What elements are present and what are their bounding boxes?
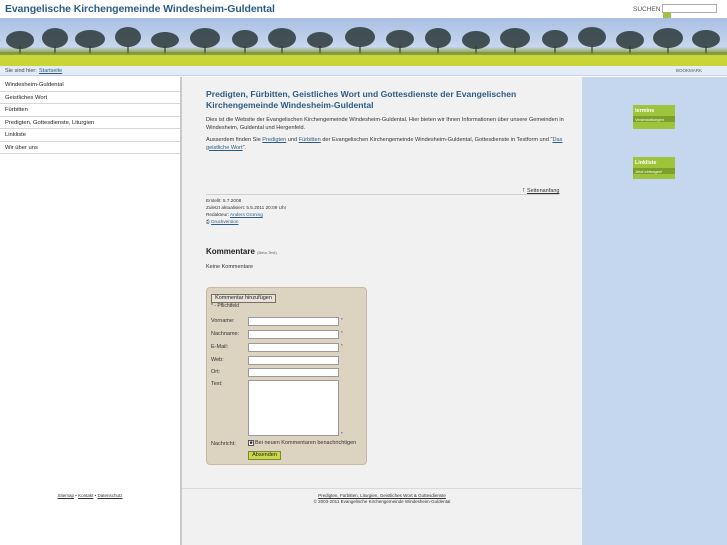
required-mark: * [341,431,343,436]
notify-label: Nachricht: [211,441,236,447]
teaser-subtitle[interactable]: Jetzt eintragen! [633,168,675,174]
back-to-top-link[interactable]: ↑ Seitenanfang [522,187,559,194]
datenschutz-link[interactable]: Datenschutz [97,493,122,498]
nav-item-wir-ueber-uns[interactable]: Wir über uns [0,142,180,154]
notify-checkbox-label[interactable]: Bei neuen Kommentaren benachrichtigen [255,440,356,446]
email-field[interactable] [248,343,339,352]
web-field[interactable] [248,356,339,365]
divider [206,194,559,195]
fuerbitten-link[interactable]: Fürbitten [299,137,321,143]
left-footer: Sitemap • Kontakt • Datenschutz [0,493,180,498]
bookmark-tool[interactable]: BOOKMARK [676,68,702,73]
notify-checkbox[interactable]: ■ [248,440,254,446]
required-mark: * [341,343,343,348]
right-sidebar: termine Veranstaltungen Linkliste Jetzt … [582,77,727,545]
comments-heading: Kommentare (Beta-Test) [206,247,277,256]
copyright: © 2003-2011 Evangelische Kirchengemeinde… [313,499,451,504]
termine-teaser[interactable]: termine Veranstaltungen [633,105,675,129]
breadcrumb: Sie sind hier: Startseite BOOKMARK [0,66,727,76]
bookmark-label[interactable]: BOOKMARK [676,68,702,73]
kontakt-link[interactable]: Kontakt [78,493,93,498]
no-comments-text: Keine Kommentare [206,264,254,270]
print-link[interactable]: ⎙ Druckversion [206,219,238,224]
para-text: und [286,137,299,143]
left-sidebar: Windesheim-Guldental Geistliches Wort Fü… [0,77,182,545]
breadcrumb-link-home[interactable]: Startseite [39,68,62,74]
text-label: Text: [211,381,223,387]
top-bar: Evangelische Kirchengemeinde Windesheim-… [0,0,727,19]
sitemap-link[interactable]: Sitemap [58,493,75,498]
para-text: ". [242,144,247,151]
search-label: SUCHEN [633,6,661,13]
beta-note: (Beta-Test) [257,250,277,255]
predigten-link[interactable]: Predigten [262,137,286,143]
site-title[interactable]: Evangelische Kirchengemeinde Windesheim-… [5,3,275,15]
nav-item-geistliches-wort[interactable]: Geistliches Wort [0,92,180,104]
add-comment-button[interactable]: Kommentar hinzufügen [211,294,276,303]
main-footer: Predigten, Fürbitten, Liturgien, Geistli… [182,488,582,505]
arrow-up-icon: ↑ [522,187,526,194]
main-content: Predigten, Fürbitten, Geistliches Wort u… [182,77,582,545]
submit-button[interactable]: Absenden [248,451,281,460]
comments-title: Kommentare [206,247,255,256]
lastname-label: Nachname: [211,331,240,337]
teaser-title[interactable]: termine [633,105,675,114]
comment-textarea[interactable] [248,380,339,436]
teaser-subtitle[interactable]: Veranstaltungen [633,116,675,122]
breadcrumb-label: Sie sind hier: [5,68,37,74]
email-label: E-Mail: [211,344,229,350]
tree-landscape-image [0,27,727,66]
required-note: * - Pflichtfeld [211,303,240,309]
firstname-field[interactable] [248,317,339,326]
firstname-label: Vorname: [211,318,235,324]
city-label: Ort: [211,369,221,375]
links-paragraph: Ausserdem finden Sie Predigten und Fürbi… [206,137,571,152]
nav-item-fuerbitten[interactable]: Fürbitten [0,104,180,117]
created-date: Erstellt: 5.7.2008 [206,198,242,203]
lastname-field[interactable] [248,330,339,339]
web-label: Web: [211,357,224,363]
intro-paragraph: Dies ist die Website der Evangelischen K… [206,117,564,131]
linkliste-teaser[interactable]: Linkliste Jetzt eintragen! [633,157,675,179]
editor-line: Redakteur: Anders Grüning [206,212,263,217]
para-text: Ausserdem finden Sie [206,137,263,143]
printer-icon: ⎙ [206,219,210,224]
required-mark: * [341,317,343,322]
para-text: der Evangelischen Kirchengemeinde Windes… [320,137,553,143]
editor-label: Redakteur: [206,212,230,217]
city-field[interactable] [248,368,339,377]
print-label[interactable]: Druckversion [211,219,238,224]
editor-link[interactable]: Anders Grüning [230,212,263,217]
nav-item-predigten[interactable]: Predigten, Gottesdienste, Liturgien [0,117,180,129]
updated-date: Zuletzt aktualisiert: 5.5.2011 20:09 Uhr [206,205,287,210]
nav-item-linkliste[interactable]: Linkliste [0,129,180,142]
nav-item-windesheim-guldental[interactable]: Windesheim-Guldental [0,79,180,92]
header-banner-image [0,18,727,66]
required-mark: * [341,330,343,335]
comment-form: Kommentar hinzufügen * - Pflichtfeld Vor… [206,287,367,465]
teaser-title[interactable]: Linkliste [633,157,675,166]
page-title: Predigten, Fürbitten, Geistliches Wort u… [206,89,517,110]
